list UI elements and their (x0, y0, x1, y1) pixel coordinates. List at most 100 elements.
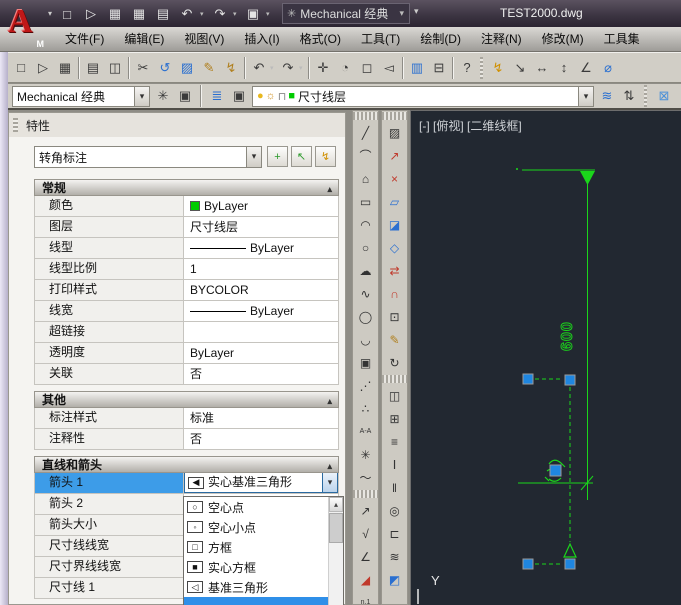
associate-dimension-icon[interactable]: ⇄ (382, 259, 407, 282)
property-value[interactable]: 否 (184, 429, 338, 449)
workspace-combo[interactable]: Mechanical 经典 ▾ (12, 86, 150, 107)
polygon-icon[interactable]: ⌂ (353, 167, 378, 190)
zoom-previous-icon[interactable]: ◅ (378, 57, 400, 79)
polyline-icon[interactable]: ⌒ (353, 144, 378, 167)
undo-menu-icon[interactable]: ▾ (200, 10, 207, 18)
menu-item-3[interactable]: 插入(I) (234, 27, 289, 51)
zoom-window-icon[interactable]: ◻ (356, 57, 378, 79)
sheet-switch-icon[interactable]: ▣ (242, 3, 264, 25)
redo-menu-icon[interactable]: ▾ (299, 64, 306, 72)
property-value[interactable]: ByLayer (184, 343, 338, 363)
layer-edit-icon[interactable]: ✎ (382, 328, 407, 351)
grip[interactable] (565, 375, 575, 385)
dim-aligned-icon[interactable]: ↘ (509, 57, 531, 79)
datum-triangle-arrowhead[interactable] (580, 171, 595, 185)
toolbar-grip[interactable] (644, 85, 649, 107)
arrow-option-open-dot[interactable]: ○空心点 (184, 497, 328, 517)
application-menu-button[interactable]: A M ▾ (4, 1, 50, 51)
chevron-down-icon[interactable]: ▾ (134, 87, 149, 106)
property-value[interactable]: ByLayer (184, 196, 338, 216)
menu-item-8[interactable]: 修改(M) (532, 27, 594, 51)
layer-freeze-icon[interactable]: ☼ (266, 90, 276, 102)
arrow-option-small-open-dot[interactable]: ◦空心小点 (184, 517, 328, 537)
clip-frame-icon[interactable]: ◇ (382, 236, 407, 259)
pan-icon[interactable]: ✛ (312, 57, 334, 79)
layer-properties-manager-icon[interactable]: ≣ (206, 85, 228, 107)
grips[interactable] (523, 374, 575, 569)
layer-color-swatch[interactable]: ■ (288, 90, 295, 102)
hollow-triangle-arrowhead[interactable] (564, 544, 576, 557)
menu-item-9[interactable]: 工具集 (594, 27, 650, 51)
toolbar-grip[interactable] (382, 112, 407, 120)
menu-item-1[interactable]: 编辑(E) (114, 27, 174, 51)
circle-icon[interactable]: ○ (353, 236, 378, 259)
power-dimension-icon[interactable]: ↗ (382, 144, 407, 167)
layer-translate-icon[interactable]: ⇅ (618, 85, 640, 107)
property-value[interactable]: BYCOLOR (184, 280, 338, 300)
layer-group-icon[interactable]: ⊡ (382, 305, 407, 328)
undo-menu-icon[interactable]: ▾ (270, 64, 277, 72)
dim-radius-icon[interactable]: ⌀ (597, 57, 619, 79)
power-snap-icon[interactable]: ∩ (382, 282, 407, 305)
drawing-area[interactable]: 600 (410, 110, 681, 605)
drawing-canvas[interactable]: 600 (411, 111, 681, 605)
palette-title-bar[interactable]: 特性 (9, 113, 345, 137)
property-value[interactable]: ◀实心基准三角形▾ (184, 473, 338, 493)
arrow-option-datum-triangle[interactable]: ◁基准三角形 (184, 577, 328, 597)
properties-icon[interactable]: ▥ (406, 57, 428, 79)
dim-angular-icon[interactable]: ∠ (575, 57, 597, 79)
new-icon[interactable]: □ (56, 3, 78, 25)
grip[interactable] (523, 559, 533, 569)
dimension-object[interactable]: 600 (516, 168, 595, 564)
print-preview-icon[interactable]: ◫ (104, 57, 126, 79)
section-header-general[interactable]: 常规▴ (34, 179, 339, 196)
property-value[interactable] (184, 322, 338, 342)
view-cycle-icon[interactable]: ↻ (382, 351, 407, 374)
cylinder-icon[interactable]: ◫ (382, 384, 407, 407)
surface-texture-icon[interactable]: √ (353, 522, 378, 545)
new-icon[interactable]: □ (10, 57, 32, 79)
break-line-icon[interactable]: 〜 (353, 466, 378, 489)
dropdown-scrollbar[interactable]: ▴ (328, 497, 343, 605)
arrow-option-filled-box[interactable]: ■实心方框 (184, 557, 328, 577)
qat-expand-button[interactable]: ▾ (414, 6, 419, 17)
erase-dimension-icon[interactable]: × (382, 167, 407, 190)
print-icon[interactable]: ▤ (82, 57, 104, 79)
help-icon[interactable]: ? (456, 57, 478, 79)
dimension-text[interactable]: 600 (559, 321, 576, 351)
grip[interactable] (550, 465, 561, 476)
screws-icon[interactable]: ‖ (382, 476, 407, 499)
layer-combo[interactable]: ●☼⊓■ 尺寸线层 ▾ (252, 86, 594, 107)
revision-cloud-icon[interactable]: ☁ (353, 259, 378, 282)
screw-connection-icon[interactable]: ≡ (382, 430, 407, 453)
spring-icon[interactable]: ≋ (382, 545, 407, 568)
viewport-controls[interactable]: [-] [俯视] [二维线框] (419, 117, 522, 134)
save-as-icon[interactable]: ▦ (128, 3, 150, 25)
save-icon[interactable]: ▦ (54, 57, 76, 79)
select-objects-button[interactable]: ↖ (291, 146, 312, 167)
arrow-option-selected-partial[interactable] (184, 597, 328, 605)
menu-item-5[interactable]: 工具(T) (351, 27, 410, 51)
zoom-realtime-icon[interactable]: ◔ (334, 57, 356, 79)
plot-icon[interactable]: ▤ (152, 3, 174, 25)
title-block-icon[interactable]: n,1 (353, 591, 378, 605)
save-icon[interactable]: ▦ (104, 3, 126, 25)
dim-linear-icon[interactable]: ↔ (531, 57, 553, 79)
toolbar-grip[interactable] (353, 490, 378, 498)
property-value[interactable]: ByLayer (184, 238, 338, 258)
dim-vertical-icon[interactable]: ↕ (553, 57, 575, 79)
layer-previous-icon[interactable]: ≋ (596, 85, 618, 107)
collapse-icon[interactable]: ▴ (327, 458, 332, 474)
toolbar-grip[interactable] (382, 375, 407, 383)
redo-icon[interactable]: ↷ (209, 3, 231, 25)
workspace-settings-icon[interactable]: ✳ (152, 85, 174, 107)
insert-block-icon[interactable]: ▣ (353, 351, 378, 374)
ellipse-icon[interactable]: ◯ (353, 305, 378, 328)
match-properties-icon[interactable]: ↺ (154, 57, 176, 79)
grip[interactable] (523, 374, 533, 384)
collapse-icon[interactable]: ▴ (327, 393, 332, 409)
chamfer-icon[interactable]: ◢ (353, 568, 378, 591)
arc-icon[interactable]: ◠ (353, 213, 378, 236)
paste-icon[interactable]: ▨ (176, 57, 198, 79)
section-header-misc[interactable]: 其他▴ (34, 391, 339, 408)
